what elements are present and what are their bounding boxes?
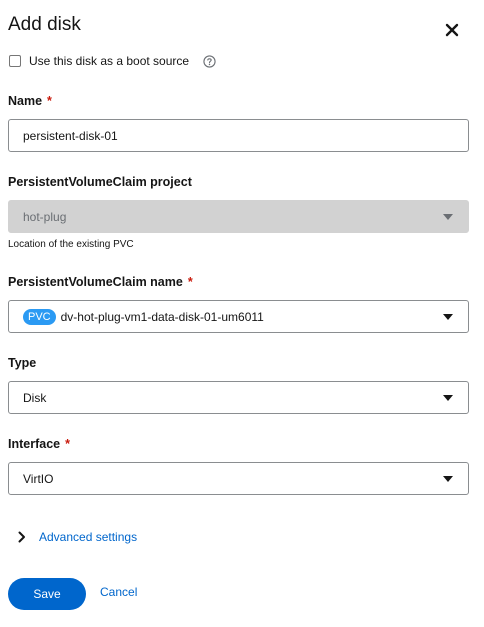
name-label: Name * <box>8 94 52 108</box>
caret-down-icon <box>443 476 453 482</box>
name-input-value: persistent-disk-01 <box>23 128 118 143</box>
boot-source-row: Use this disk as a boot source <box>8 52 216 70</box>
interface-label-text: Interface <box>8 437 61 451</box>
pvc-project-select: hot-plug <box>8 200 469 233</box>
caret-down-icon <box>443 395 453 401</box>
pvc-name-label: PersistentVolumeClaim name * <box>8 275 193 289</box>
interface-value: VirtIO <box>23 471 54 486</box>
cancel-button[interactable]: Cancel <box>100 585 137 599</box>
required-marker: * <box>47 94 52 108</box>
question-circle-icon[interactable] <box>203 54 216 68</box>
boot-source-label[interactable]: Use this disk as a boot source <box>29 54 189 68</box>
caret-down-icon <box>443 314 453 320</box>
name-label-text: Name <box>8 94 43 108</box>
pvc-name-label-text: PersistentVolumeClaim name <box>8 275 183 289</box>
pvc-project-label: PersistentVolumeClaim project <box>8 175 192 189</box>
type-value: Disk <box>23 390 47 405</box>
advanced-settings-label[interactable]: Advanced settings <box>39 530 137 544</box>
save-button[interactable]: Save <box>8 578 86 610</box>
type-label: Type <box>8 356 37 370</box>
required-marker: * <box>187 275 193 289</box>
pvc-name-value: dv-hot-plug-vm1-data-disk-01-um6011 <box>60 309 264 324</box>
type-select[interactable]: Disk <box>8 381 469 414</box>
caret-down-icon <box>443 214 453 220</box>
chevron-right-icon <box>18 531 25 543</box>
advanced-settings-toggle[interactable]: Advanced settings <box>18 528 137 546</box>
interface-label: Interface * <box>8 437 70 451</box>
pvc-project-value: hot-plug <box>23 209 67 224</box>
close-icon[interactable] <box>443 21 461 39</box>
pvc-project-helper: Location of the existing PVC <box>8 239 134 250</box>
dialog-title: Add disk <box>8 14 81 35</box>
pvc-name-select[interactable]: PVC dv-hot-plug-vm1-data-disk-01-um6011 <box>8 300 469 333</box>
boot-source-checkbox[interactable] <box>9 55 21 67</box>
pvc-badge: PVC <box>23 308 56 325</box>
name-input[interactable]: persistent-disk-01 <box>8 119 469 152</box>
required-marker: * <box>65 437 70 451</box>
interface-select[interactable]: VirtIO <box>8 462 469 495</box>
